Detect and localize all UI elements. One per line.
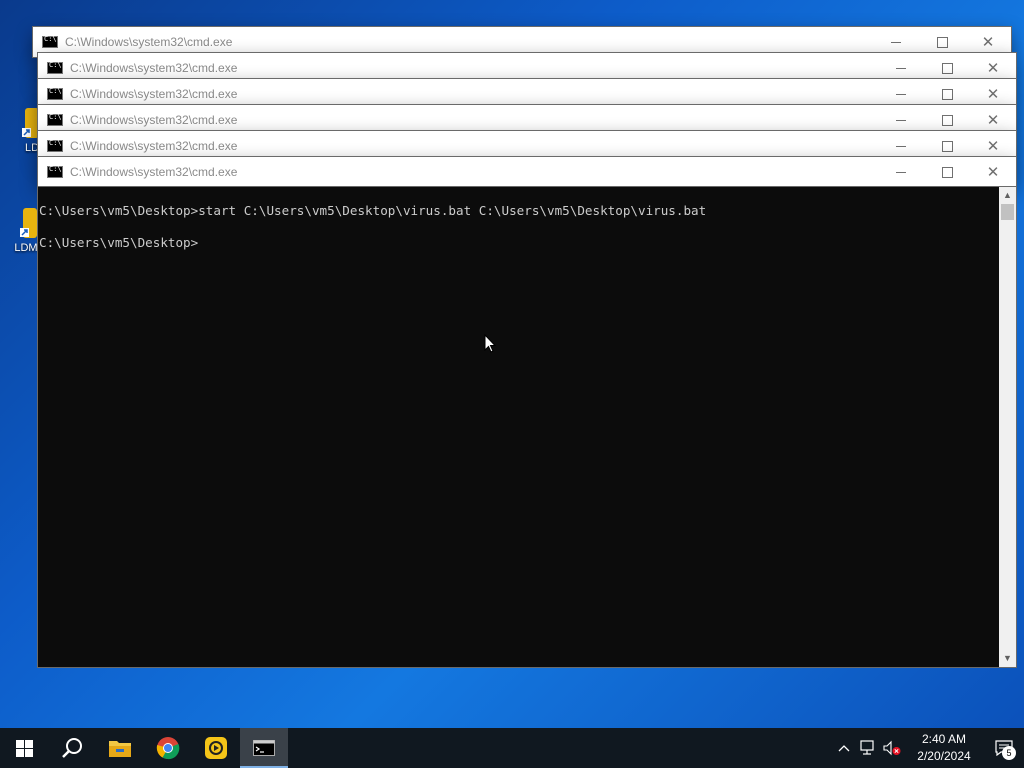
start-icon xyxy=(15,739,33,757)
cmd-icon xyxy=(47,113,63,126)
console-line: C:\Users\vm5\Desktop>start C:\Users\vm5\… xyxy=(39,203,707,218)
notification-count-badge: 5 xyxy=(1002,746,1016,760)
cmd-icon xyxy=(47,87,63,100)
scroll-thumb[interactable] xyxy=(1001,204,1014,220)
file-explorer-button[interactable] xyxy=(96,728,144,768)
window-title: C:\Windows\system32\cmd.exe xyxy=(70,113,238,127)
window-title: C:\Windows\system32\cmd.exe xyxy=(70,139,238,153)
file-explorer-icon xyxy=(109,741,131,757)
window-title: C:\Windows\system32\cmd.exe xyxy=(70,165,238,179)
taskbar-clock[interactable]: 2:40 AM 2/20/2024 xyxy=(904,731,984,765)
cmd-icon xyxy=(47,61,63,74)
chrome-button[interactable] xyxy=(144,728,192,768)
taskbar: 2:40 AM 2/20/2024 5 xyxy=(0,728,1024,768)
console-prompt: C:\Users\vm5\Desktop> xyxy=(39,235,199,250)
console-area[interactable]: C:\Users\vm5\Desktop>start C:\Users\vm5\… xyxy=(38,187,1016,667)
minimize-button[interactable] xyxy=(878,157,924,187)
ldmultiplayer-shortcut-icon xyxy=(13,206,39,240)
cmd-icon xyxy=(47,139,63,152)
search-button[interactable] xyxy=(48,728,96,768)
cmd-window-active[interactable]: C:\Windows\system32\cmd.exe ✕ xyxy=(38,157,1016,187)
title-bar[interactable]: C:\Windows\system32\cmd.exe ✕ xyxy=(38,157,1016,187)
network-icon[interactable] xyxy=(856,728,880,768)
clock-time: 2:40 AM xyxy=(921,732,967,746)
cmd-icon xyxy=(42,35,58,48)
window-title: C:\Windows\system32\cmd.exe xyxy=(65,35,233,49)
console-output[interactable]: C:\Users\vm5\Desktop>start C:\Users\vm5\… xyxy=(39,203,706,251)
ldplayer-icon xyxy=(205,737,227,759)
clock-date: 2/20/2024 xyxy=(917,749,971,763)
maximize-button[interactable] xyxy=(924,157,970,187)
notification-center-button[interactable]: 5 xyxy=(984,728,1024,768)
start-button[interactable] xyxy=(0,728,48,768)
close-button[interactable]: ✕ xyxy=(970,157,1016,187)
mouse-pointer-icon xyxy=(484,333,497,358)
vertical-scrollbar[interactable]: ▲ ▼ xyxy=(999,187,1016,667)
window-title: C:\Windows\system32\cmd.exe xyxy=(70,61,238,75)
cmd-icon xyxy=(253,740,275,756)
scroll-up-icon[interactable]: ▲ xyxy=(999,187,1016,204)
search-icon xyxy=(62,738,82,758)
volume-muted-icon[interactable] xyxy=(880,728,904,768)
cmd-taskbar-button[interactable] xyxy=(240,728,288,768)
show-hidden-icons-chevron-icon[interactable] xyxy=(832,728,856,768)
scroll-down-icon[interactable]: ▼ xyxy=(999,650,1016,667)
window-title: C:\Windows\system32\cmd.exe xyxy=(70,87,238,101)
chrome-icon xyxy=(156,737,180,760)
system-tray: 2:40 AM 2/20/2024 5 xyxy=(832,728,1024,768)
ldplayer-button[interactable] xyxy=(192,728,240,768)
cmd-icon xyxy=(47,165,63,178)
